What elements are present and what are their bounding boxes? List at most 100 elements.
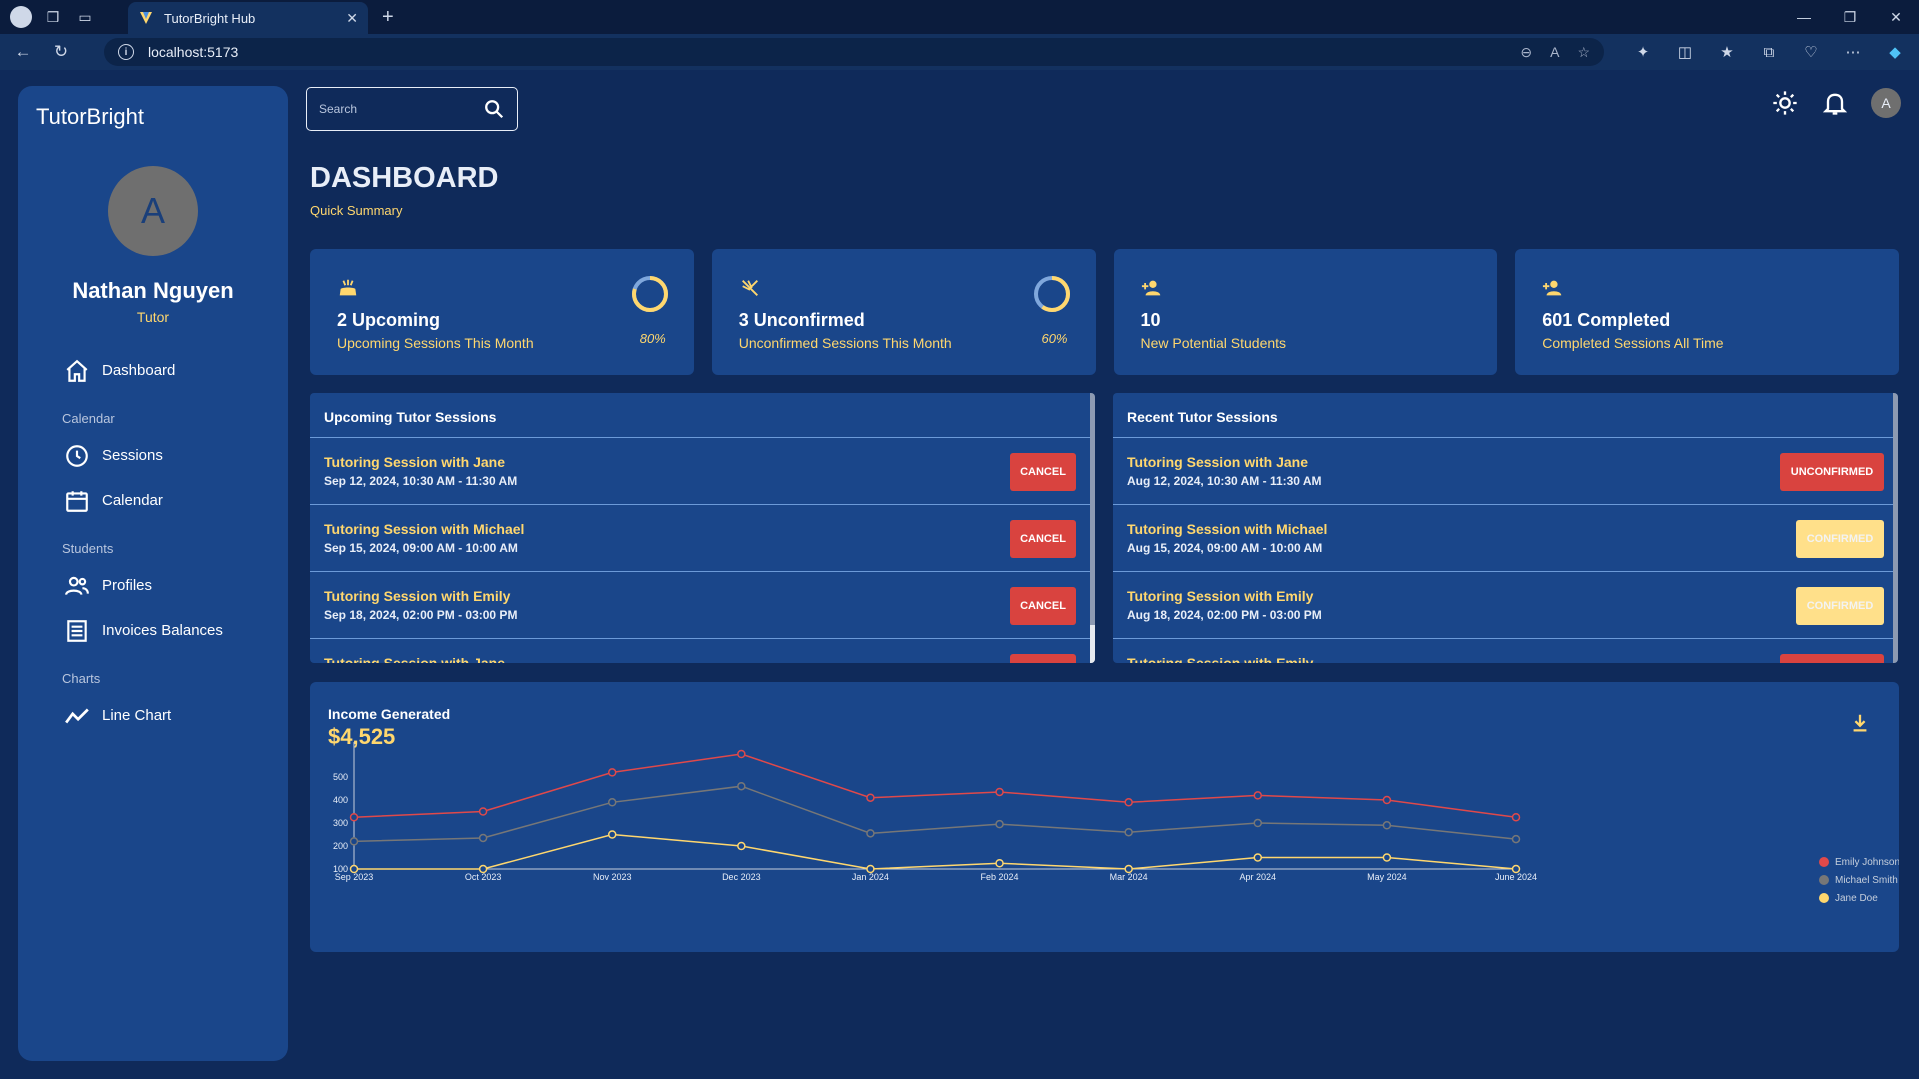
data-point[interactable]: [478, 864, 488, 874]
sidebar-item-sessions[interactable]: Sessions: [18, 433, 288, 478]
data-point[interactable]: [1511, 834, 1521, 844]
data-point[interactable]: [478, 807, 488, 816]
card-upcoming[interactable]: 2 Upcoming Upcoming Sessions This Month …: [310, 249, 694, 375]
nav-section-charts: Charts: [62, 671, 101, 686]
search-input[interactable]: Search: [319, 102, 483, 116]
data-point[interactable]: [866, 864, 875, 874]
scrollbar[interactable]: [1893, 393, 1898, 663]
url-field[interactable]: i localhost:5173 ⊖ A ☆: [104, 38, 1604, 66]
sidebar-item-invoices[interactable]: Invoices Balances: [18, 608, 288, 653]
notifications-bell-icon[interactable]: [1821, 89, 1849, 117]
sidebar-item-profiles[interactable]: Profiles: [18, 563, 288, 608]
session-title: Tutoring Session with Jane: [324, 454, 505, 470]
workspaces-icon[interactable]: ❒: [42, 6, 64, 28]
legend-item[interactable]: Emily Johnson: [1819, 853, 1899, 871]
zoom-icon[interactable]: ⊖: [1520, 44, 1532, 61]
status-button[interactable]: [1780, 654, 1884, 663]
data-point[interactable]: [737, 841, 746, 851]
y-tick-label: 500: [333, 772, 348, 782]
data-point[interactable]: [866, 829, 875, 838]
y-tick-label: 200: [333, 841, 348, 851]
session-row: Tutoring Session with Emily Aug 18, 2024…: [1113, 572, 1898, 639]
sidebar-item-calendar[interactable]: Calendar: [18, 478, 288, 523]
split-screen-icon[interactable]: ◫: [1671, 38, 1699, 66]
session-title: Tutoring Session with Michael: [324, 521, 525, 537]
data-point[interactable]: [1253, 818, 1263, 828]
browser-essentials-icon[interactable]: ♡: [1797, 38, 1825, 66]
data-point[interactable]: [995, 819, 1004, 829]
favorite-star-icon[interactable]: ☆: [1577, 44, 1590, 61]
data-point[interactable]: [1382, 821, 1392, 830]
data-point[interactable]: [349, 813, 359, 822]
data-point[interactable]: [607, 768, 617, 777]
confirmed-status-button[interactable]: CONFIRMED: [1796, 520, 1884, 558]
tab-close-icon[interactable]: ✕: [346, 10, 358, 27]
data-point[interactable]: [1382, 853, 1392, 862]
browser-profile-icon[interactable]: [10, 6, 32, 28]
cancel-button[interactable]: CANCEL: [1010, 520, 1076, 558]
data-point[interactable]: [995, 859, 1004, 868]
scrollbar-thumb[interactable]: [1090, 625, 1095, 663]
confirmed-status-button[interactable]: CONFIRMED: [1796, 587, 1884, 625]
data-point[interactable]: [349, 837, 359, 846]
site-info-icon[interactable]: i: [118, 44, 134, 60]
legend-dot: [1819, 875, 1829, 885]
brand-name[interactable]: TutorBright: [36, 104, 144, 130]
cancel-button[interactable]: CANCEL: [1010, 453, 1076, 491]
legend-item[interactable]: Michael Smith: [1819, 871, 1899, 889]
browser-tab[interactable]: TutorBright Hub ✕: [128, 2, 368, 34]
data-point[interactable]: [1253, 853, 1263, 862]
card-unconfirmed[interactable]: 3 Unconfirmed Unconfirmed Sessions This …: [711, 249, 1096, 375]
read-aloud-icon[interactable]: A: [1550, 44, 1559, 61]
search-box[interactable]: Search: [306, 87, 518, 131]
restore-icon[interactable]: ❐: [1827, 0, 1873, 34]
data-point[interactable]: [866, 793, 875, 802]
data-point[interactable]: [607, 830, 617, 839]
copilot-icon[interactable]: ◆: [1881, 38, 1909, 66]
sidebar-item-dashboard[interactable]: Dashboard: [18, 348, 288, 393]
cancel-button[interactable]: [1010, 654, 1076, 663]
favorites-icon[interactable]: ★: [1713, 38, 1741, 66]
unconfirmed-status-button[interactable]: UNCONFIRMED: [1780, 453, 1884, 491]
minimize-icon[interactable]: —: [1781, 0, 1827, 34]
close-window-icon[interactable]: ✕: [1873, 0, 1919, 34]
legend-item[interactable]: Jane Doe: [1819, 889, 1899, 907]
sidebar-item-line-chart[interactable]: Line Chart: [18, 693, 288, 738]
data-point[interactable]: [607, 798, 617, 807]
data-point[interactable]: [1382, 795, 1392, 805]
crossed-tools-icon: [741, 280, 758, 296]
data-point[interactable]: [1124, 827, 1133, 837]
card-completed[interactable]: 601 Completed Completed Sessions All Tim…: [1515, 249, 1899, 375]
data-point[interactable]: [1253, 791, 1263, 800]
celebration-icon: [339, 279, 357, 296]
data-point[interactable]: [1124, 798, 1133, 807]
account-avatar[interactable]: A: [1871, 88, 1901, 118]
calendar-icon: [66, 490, 88, 512]
clock-icon: [66, 444, 88, 467]
data-point[interactable]: [737, 781, 746, 791]
data-point[interactable]: [478, 833, 488, 843]
search-icon[interactable]: [483, 98, 505, 120]
new-tab-icon[interactable]: +: [382, 6, 394, 29]
data-point[interactable]: [1511, 864, 1521, 874]
data-point[interactable]: [349, 864, 359, 874]
data-point[interactable]: [1124, 864, 1133, 874]
tab-actions-icon[interactable]: ▭: [74, 6, 96, 28]
data-point[interactable]: [1511, 813, 1521, 822]
data-point[interactable]: [995, 787, 1004, 797]
user-role: Tutor: [136, 309, 170, 325]
upcoming-sessions-panel: Upcoming Tutor Sessions Tutoring Session…: [310, 393, 1095, 663]
more-icon[interactable]: ⋯: [1839, 38, 1867, 66]
theme-toggle-sun-icon[interactable]: [1771, 89, 1799, 117]
card-new-students[interactable]: 10 New Potential Students: [1113, 249, 1498, 375]
legend-label: Emily Johnson: [1835, 856, 1899, 868]
cancel-button[interactable]: CANCEL: [1010, 587, 1076, 625]
data-point[interactable]: [737, 749, 746, 759]
receipt-icon: [67, 619, 87, 642]
scrollbar[interactable]: [1090, 393, 1095, 663]
collections-icon[interactable]: ⧉: [1755, 38, 1783, 66]
reload-icon[interactable]: ↻: [46, 37, 76, 67]
extensions-icon[interactable]: ✦: [1629, 38, 1657, 66]
back-icon[interactable]: ←: [8, 37, 38, 67]
download-icon[interactable]: [1849, 712, 1871, 734]
